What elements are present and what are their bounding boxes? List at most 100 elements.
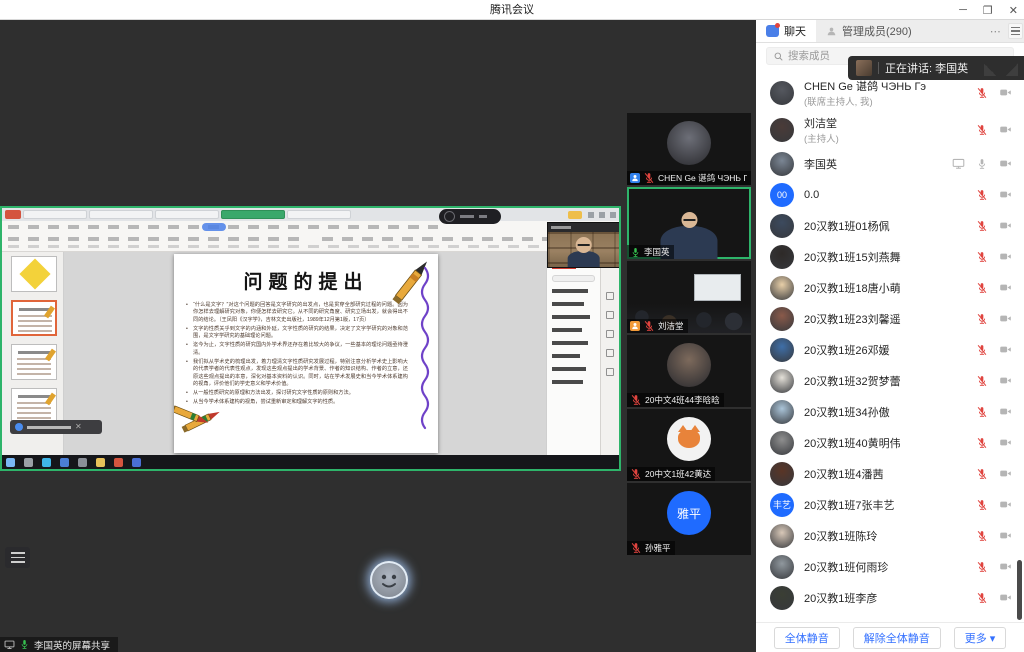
mic-muted-icon[interactable] bbox=[976, 220, 988, 232]
member-name: 0.0 bbox=[804, 189, 966, 201]
camera-off-icon[interactable] bbox=[999, 281, 1012, 294]
toast-close-icon[interactable]: ✕ bbox=[75, 423, 82, 431]
camera-off-icon[interactable] bbox=[999, 188, 1012, 201]
camera-off-icon[interactable] bbox=[999, 405, 1012, 418]
mic-muted-icon[interactable] bbox=[976, 189, 988, 201]
member-role: (主持人) bbox=[804, 131, 966, 145]
member-row[interactable]: 20汉教1班32贺梦蕾 bbox=[756, 365, 1024, 396]
video-tile[interactable]: 20中文4班44李晗晗 bbox=[627, 335, 751, 407]
restore-button[interactable]: ❐ bbox=[983, 4, 993, 17]
mic-muted-icon[interactable] bbox=[976, 282, 988, 294]
mic-muted-icon[interactable] bbox=[630, 394, 642, 406]
camera-off-icon[interactable] bbox=[999, 219, 1012, 232]
mic-on-icon[interactable] bbox=[976, 158, 988, 170]
mic-muted-icon[interactable] bbox=[643, 172, 655, 184]
layout-list-button[interactable] bbox=[5, 547, 30, 568]
avatar bbox=[667, 343, 711, 387]
mic-muted-icon[interactable] bbox=[976, 251, 988, 263]
camera-off-icon[interactable] bbox=[999, 560, 1012, 573]
meeting-floating-bar[interactable] bbox=[439, 209, 501, 224]
screen-share-icon[interactable] bbox=[952, 157, 965, 170]
camera-off-icon[interactable] bbox=[999, 467, 1012, 480]
mic-muted-icon[interactable] bbox=[976, 499, 988, 511]
member-row[interactable]: 20汉教1班23刘馨遥 bbox=[756, 303, 1024, 334]
slide-bullet: 文字的性质关乎到文字的内涵和外延，文字性质的研究的结果，决定了文字学研究的对象和… bbox=[186, 326, 408, 341]
active-mic-icon bbox=[19, 639, 30, 650]
camera-off-icon[interactable] bbox=[999, 343, 1012, 356]
avatar bbox=[770, 431, 794, 455]
camera-off-icon[interactable] bbox=[999, 250, 1012, 263]
mic-muted-icon[interactable] bbox=[976, 468, 988, 480]
tab-chat[interactable]: 聊天 bbox=[756, 20, 816, 42]
member-row[interactable]: 20汉教1班01杨佩 bbox=[756, 210, 1024, 241]
member-row[interactable]: 20汉教1班4潘茜 bbox=[756, 458, 1024, 489]
mic-muted-icon[interactable] bbox=[976, 87, 988, 99]
host-badge-icon[interactable] bbox=[630, 321, 640, 331]
mic-muted-icon[interactable] bbox=[976, 313, 988, 325]
mic-muted-icon[interactable] bbox=[976, 124, 988, 136]
avatar bbox=[770, 307, 794, 331]
member-row[interactable]: 20汉教1班15刘燕舞 bbox=[756, 241, 1024, 272]
mute-all-button[interactable]: 全体静音 bbox=[774, 627, 840, 649]
member-status-icons bbox=[976, 591, 1012, 604]
video-tile[interactable]: 雅平 孙雅平 bbox=[627, 483, 751, 555]
mic-muted-icon[interactable] bbox=[976, 344, 988, 356]
wps-ribbon bbox=[2, 221, 619, 252]
cohost-badge-icon[interactable] bbox=[630, 173, 640, 183]
member-name: 20汉教1班01杨佩 bbox=[804, 218, 966, 234]
mic-muted-icon[interactable] bbox=[976, 561, 988, 573]
minimize-button[interactable]: ─ bbox=[959, 4, 967, 16]
mic-muted-icon[interactable] bbox=[643, 320, 655, 332]
video-tile[interactable]: 20中文1班42黄达 bbox=[627, 409, 751, 481]
file-explorer-icon bbox=[96, 458, 105, 467]
reaction-emoji-bubble[interactable] bbox=[370, 561, 408, 599]
presentation-slide: 问题的提出 “什么是文字？”对这个问题的回答是文字研究的出发点，也是贯穿全部研究… bbox=[174, 254, 438, 453]
tab-manage-members[interactable]: 管理成员(290) bbox=[816, 20, 922, 42]
mic-muted-icon[interactable] bbox=[630, 468, 642, 480]
mic-muted-icon[interactable] bbox=[976, 592, 988, 604]
member-row[interactable]: 20汉教1班40黄明伟 bbox=[756, 427, 1024, 458]
camera-off-icon[interactable] bbox=[999, 123, 1012, 136]
camera-off-icon[interactable] bbox=[999, 312, 1012, 325]
more-button[interactable]: 更多 ▾ bbox=[954, 627, 1007, 649]
member-row[interactable]: 20汉教1班18唐小萌 bbox=[756, 272, 1024, 303]
member-status-icons bbox=[976, 219, 1012, 232]
close-button[interactable]: ✕ bbox=[1009, 4, 1018, 17]
participant-name: CHEN Ge 谌鸽 ЧЭНЬ Гэ bbox=[658, 172, 747, 184]
mic-muted-icon[interactable] bbox=[976, 406, 988, 418]
member-status-icons bbox=[976, 467, 1012, 480]
member-row[interactable]: 刘洁堂 (主持人) bbox=[756, 111, 1024, 148]
camera-off-icon[interactable] bbox=[999, 374, 1012, 387]
camera-off-icon[interactable] bbox=[999, 591, 1012, 604]
mic-muted-icon[interactable] bbox=[976, 530, 988, 542]
active-mic-icon[interactable] bbox=[630, 247, 641, 258]
member-row[interactable]: 00 0.0 bbox=[756, 179, 1024, 210]
avatar bbox=[770, 245, 794, 269]
member-row[interactable]: 丰艺 20汉教1班7张丰艺 bbox=[756, 489, 1024, 520]
camera-off-icon[interactable] bbox=[999, 498, 1012, 511]
wps-notification-toast: ✕ bbox=[10, 420, 102, 434]
camera-off-icon[interactable] bbox=[999, 436, 1012, 449]
member-name: 20汉教1班4潘茜 bbox=[804, 466, 966, 482]
member-row[interactable]: 20汉教1班34孙傲 bbox=[756, 396, 1024, 427]
panel-more-button[interactable]: ⋯ bbox=[990, 25, 1001, 38]
mic-muted-icon[interactable] bbox=[976, 375, 988, 387]
member-row[interactable]: 李国英 bbox=[756, 148, 1024, 179]
video-tile[interactable]: 刘洁堂 bbox=[627, 261, 751, 333]
camera-on-icon[interactable] bbox=[999, 157, 1012, 170]
member-row[interactable]: 20汉教1班陈玲 bbox=[756, 520, 1024, 551]
video-tile[interactable]: CHEN Ge 谌鸽 ЧЭНЬ Гэ bbox=[627, 113, 751, 185]
camera-off-icon[interactable] bbox=[999, 86, 1012, 99]
member-row[interactable]: 20汉教1班何雨珍 bbox=[756, 551, 1024, 582]
panel-scrollbar[interactable] bbox=[1017, 560, 1022, 620]
unmute-all-button[interactable]: 解除全体静音 bbox=[853, 627, 941, 649]
wps-side-toolbar bbox=[600, 252, 619, 456]
panel-menu-icon[interactable] bbox=[1008, 23, 1023, 39]
video-tile[interactable]: 李国英 bbox=[627, 187, 751, 259]
member-row[interactable]: 20汉教1班李彦 bbox=[756, 582, 1024, 613]
mic-muted-icon[interactable] bbox=[630, 542, 642, 554]
avatar bbox=[770, 276, 794, 300]
mic-muted-icon[interactable] bbox=[976, 437, 988, 449]
camera-off-icon[interactable] bbox=[999, 529, 1012, 542]
member-row[interactable]: 20汉教1班26邓媛 bbox=[756, 334, 1024, 365]
